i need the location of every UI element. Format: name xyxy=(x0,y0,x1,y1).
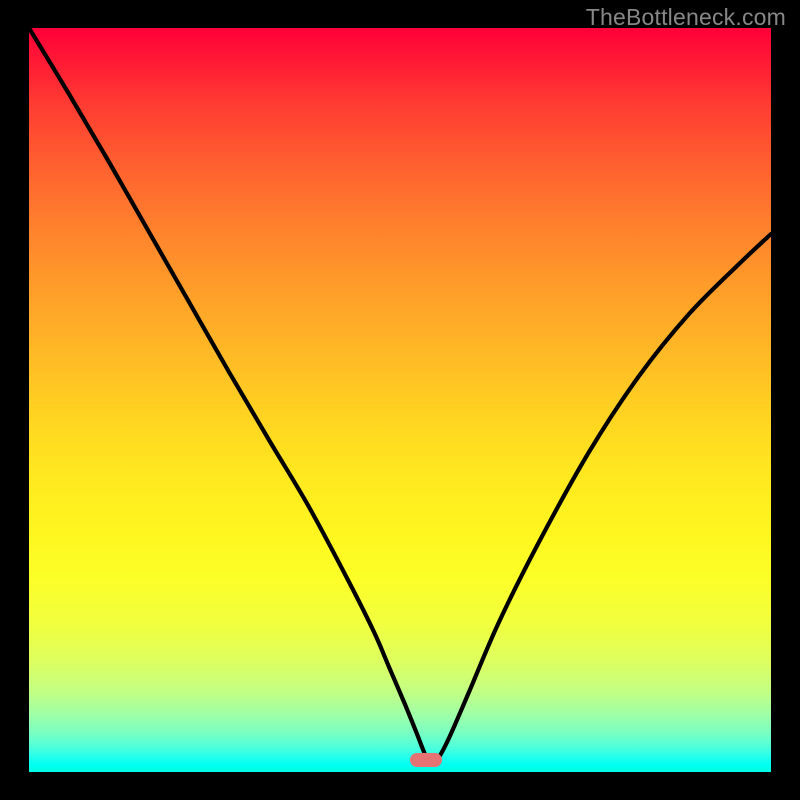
watermark-text: TheBottleneck.com xyxy=(586,4,786,31)
bottleneck-curve xyxy=(29,28,771,772)
optimal-marker xyxy=(410,753,442,767)
